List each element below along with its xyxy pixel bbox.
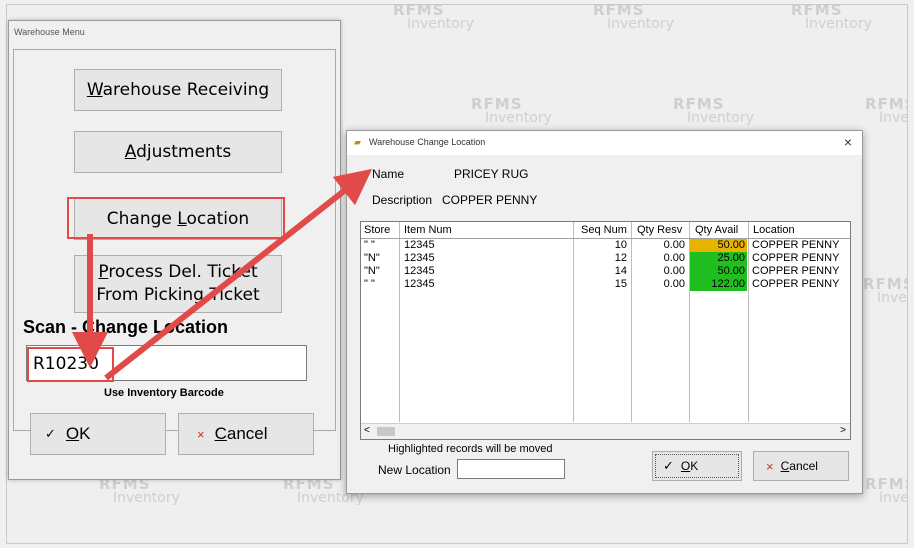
watermark: RFMSInventory <box>865 475 908 506</box>
scroll-left-icon[interactable]: < <box>364 425 370 436</box>
watermark: RFMSInventory <box>99 475 180 506</box>
change-location-highlight <box>67 197 285 239</box>
dialog-titlebar: ▰ Warehouse Change Location × <box>347 131 862 155</box>
adjustments-button[interactable]: Adjustments <box>74 131 282 173</box>
dialog-ok-button[interactable]: ✓ OK <box>652 451 742 481</box>
grid-cell-item[interactable]: 12345 <box>404 239 564 252</box>
check-icon: ✓ <box>45 426 56 441</box>
grid-cell-seq[interactable]: 14 <box>574 265 627 278</box>
grid-cell-location[interactable]: COPPER PENNY <box>752 265 849 278</box>
window-title: Warehouse Menu <box>14 27 85 37</box>
watermark: RFMSInventory <box>393 4 474 32</box>
name-value: PRICEY RUG <box>454 167 529 181</box>
cancel-button[interactable]: × Cancel <box>178 413 314 455</box>
column-header-item-num[interactable]: Item Num <box>404 224 452 236</box>
grid-cell-store[interactable]: "N" <box>364 265 396 278</box>
watermark: RFMSInventory <box>865 95 908 126</box>
ok-button[interactable]: ✓ OK <box>30 413 166 455</box>
warehouse-menu-window: Warehouse Menu Warehouse Receiving Adjus… <box>8 20 341 480</box>
scan-hint-label: Use Inventory Barcode <box>104 387 224 399</box>
column-header-seq-num[interactable]: Seq Num <box>581 224 627 236</box>
watermark: RFMSInventory <box>673 95 754 126</box>
grid-cell-store[interactable]: "N" <box>364 252 396 265</box>
watermark: RFMSInventory <box>791 4 872 32</box>
grid-cell-seq[interactable]: 15 <box>574 278 627 291</box>
warehouse-receiving-button[interactable]: Warehouse Receiving <box>74 69 282 111</box>
grid-cell-seq[interactable]: 12 <box>574 252 627 265</box>
location-grid[interactable]: Store Item Num Seq Num Qty Resv Qty Avai… <box>360 221 851 440</box>
scan-value-highlight <box>27 347 114 382</box>
grid-cell-store[interactable]: " " <box>364 278 396 291</box>
grid-cell-resv[interactable]: 0.00 <box>632 265 685 278</box>
watermark: RFMSInventory <box>471 95 552 126</box>
description-value: COPPER PENNY <box>442 193 538 207</box>
column-header-qty-avail[interactable]: Qty Avail <box>695 224 738 236</box>
scan-change-location-label: Scan - Change Location <box>23 317 229 337</box>
column-header-qty-resv[interactable]: Qty Resv <box>637 224 682 236</box>
grid-cell-location[interactable]: COPPER PENNY <box>752 278 849 291</box>
grid-cell-avail[interactable]: 50.00 <box>690 239 747 252</box>
new-location-label: New Location <box>378 463 451 477</box>
cancel-icon: × <box>766 458 774 474</box>
scroll-right-icon[interactable]: > <box>840 425 846 436</box>
watermark: RFMSInventory <box>863 275 907 306</box>
grid-cell-location[interactable]: COPPER PENNY <box>752 239 849 252</box>
scroll-thumb[interactable] <box>377 427 395 436</box>
column-header-location[interactable]: Location <box>753 224 795 236</box>
grid-cell-seq[interactable]: 10 <box>574 239 627 252</box>
grid-cell-store[interactable]: " " <box>364 239 396 252</box>
process-del-ticket-button[interactable]: Process Del. Ticket From Picking Ticket <box>74 255 282 313</box>
grid-cell-avail[interactable]: 50.00 <box>690 265 747 278</box>
grid-cell-avail[interactable]: 122.00 <box>690 278 747 291</box>
dialog-cancel-button[interactable]: × Cancel <box>753 451 849 481</box>
grid-cell-item[interactable]: 12345 <box>404 278 564 291</box>
app-icon: ▰ <box>354 137 361 147</box>
new-location-input[interactable] <box>457 459 565 479</box>
change-location-dialog: ▰ Warehouse Change Location × Name PRICE… <box>346 130 863 494</box>
watermark: RFMSInventory <box>593 4 674 32</box>
highlighted-note: Highlighted records will be moved <box>388 443 553 455</box>
column-header-store[interactable]: Store <box>364 224 390 236</box>
grid-cell-avail[interactable]: 25.00 <box>690 252 747 265</box>
cancel-icon: × <box>197 426 205 442</box>
dialog-title: Warehouse Change Location <box>369 137 486 147</box>
grid-cell-location[interactable]: COPPER PENNY <box>752 252 849 265</box>
close-icon[interactable]: × <box>844 134 852 150</box>
grid-cell-resv[interactable]: 0.00 <box>632 239 685 252</box>
grid-cell-item[interactable]: 12345 <box>404 265 564 278</box>
grid-cell-resv[interactable]: 0.00 <box>632 252 685 265</box>
check-icon: ✓ <box>663 458 674 473</box>
grid-cell-item[interactable]: 12345 <box>404 252 564 265</box>
horizontal-scrollbar[interactable]: < > <box>361 423 850 439</box>
grid-cell-resv[interactable]: 0.00 <box>632 278 685 291</box>
description-label: Description <box>372 193 433 207</box>
name-label: Name <box>372 167 405 181</box>
